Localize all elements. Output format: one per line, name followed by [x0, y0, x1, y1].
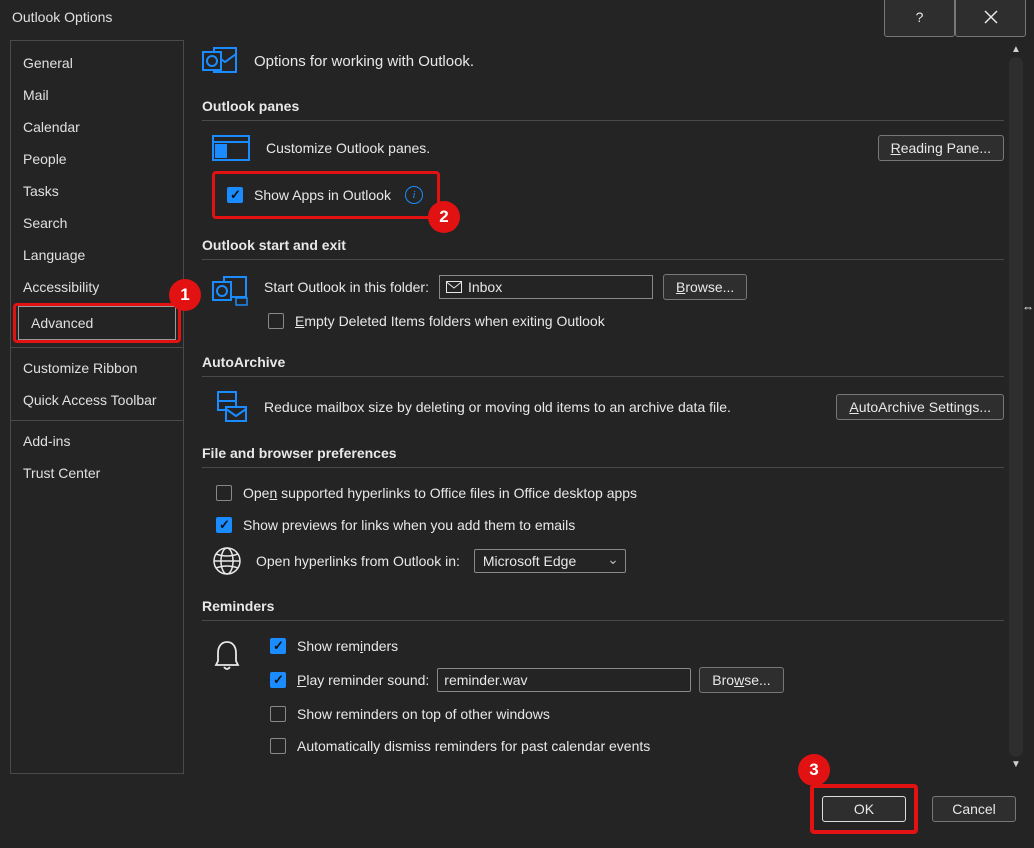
play-sound-label[interactable]: Play reminder sound: [297, 672, 429, 688]
info-icon[interactable]: i [405, 186, 423, 204]
sidebar-item-mail[interactable]: Mail [11, 79, 183, 111]
help-button[interactable]: ? [884, 0, 955, 37]
sidebar-item-accessibility[interactable]: Accessibility [11, 271, 183, 303]
annotation-badge-3: 3 [798, 754, 830, 786]
open-links-label: Open hyperlinks from Outlook in: [256, 553, 460, 569]
sidebar: General Mail Calendar People Tasks Searc… [10, 40, 184, 774]
outlook-folder-icon [212, 276, 248, 306]
envelope-icon [446, 281, 462, 293]
sidebar-item-trust-center[interactable]: Trust Center [11, 457, 183, 489]
page-subtitle: Options for working with Outlook. [254, 53, 474, 70]
browser-value: Microsoft Edge [483, 553, 576, 569]
empty-deleted-label[interactable]: Empty Deleted Items folders when exiting… [295, 313, 605, 329]
titlebar: Outlook Options ? [0, 0, 1034, 34]
show-reminders-label[interactable]: Show reminders [297, 638, 398, 654]
reminders-on-top-label[interactable]: Show reminders on top of other windows [297, 706, 550, 722]
sidebar-item-tasks[interactable]: Tasks [11, 175, 183, 207]
open-office-checkbox[interactable] [216, 485, 232, 501]
customize-panes-label: Customize Outlook panes. [266, 140, 878, 156]
ok-button[interactable]: OK [822, 796, 906, 822]
show-previews-checkbox[interactable] [216, 517, 232, 533]
sidebar-item-advanced[interactable]: Advanced [18, 306, 176, 340]
globe-icon [212, 546, 242, 576]
annotation-badge-1: 1 [169, 279, 201, 311]
sound-file-input[interactable] [437, 668, 691, 692]
start-folder-input[interactable]: Inbox [439, 275, 653, 299]
sidebar-item-language[interactable]: Language [11, 239, 183, 271]
panes-icon [212, 135, 250, 161]
show-previews-label[interactable]: Show previews for links when you add the… [243, 517, 575, 533]
section-outlook-panes: Outlook panes [202, 98, 1004, 114]
start-folder-label: Start Outlook in this folder: [264, 279, 429, 295]
sidebar-item-customize-ribbon[interactable]: Customize Ribbon [11, 352, 183, 384]
annotation-badge-2: 2 [428, 201, 460, 233]
section-file-browser: File and browser preferences [202, 445, 1004, 461]
sidebar-item-calendar[interactable]: Calendar [11, 111, 183, 143]
content-panel: Options for working with Outlook. Outloo… [202, 40, 1008, 774]
close-button[interactable] [955, 0, 1026, 37]
section-autoarchive: AutoArchive [202, 354, 1004, 370]
section-start-exit: Outlook start and exit [202, 237, 1004, 253]
window-title: Outlook Options [12, 9, 884, 25]
browse-sound-button[interactable]: Browse... [699, 667, 783, 693]
vertical-scrollbar[interactable]: ▲ ▼ [1008, 40, 1024, 774]
auto-dismiss-checkbox[interactable] [270, 738, 286, 754]
outlook-icon [202, 46, 238, 76]
show-apps-checkbox[interactable] [227, 187, 243, 203]
sidebar-item-search[interactable]: Search [11, 207, 183, 239]
browse-folder-button[interactable]: Browse... [663, 274, 747, 300]
empty-deleted-checkbox[interactable] [268, 313, 284, 329]
browser-select[interactable]: Microsoft Edge [474, 549, 626, 573]
section-reminders: Reminders [202, 598, 1004, 614]
scroll-down-icon[interactable]: ▼ [1011, 759, 1021, 770]
cancel-button[interactable]: Cancel [932, 796, 1016, 822]
sidebar-item-addins[interactable]: Add-ins [11, 425, 183, 457]
play-sound-checkbox[interactable] [270, 672, 286, 688]
open-office-label[interactable]: Open supported hyperlinks to Office file… [243, 485, 637, 501]
sidebar-item-people[interactable]: People [11, 143, 183, 175]
show-reminders-checkbox[interactable] [270, 638, 286, 654]
archive-icon [212, 391, 248, 423]
sidebar-item-quick-access[interactable]: Quick Access Toolbar [11, 384, 183, 416]
scroll-up-icon[interactable]: ▲ [1011, 44, 1021, 55]
autoarchive-settings-button[interactable]: AutoArchive Settings... [836, 394, 1004, 420]
start-folder-value: Inbox [468, 279, 502, 295]
sidebar-item-general[interactable]: General [11, 47, 183, 79]
autoarchive-desc: Reduce mailbox size by deleting or movin… [264, 399, 836, 415]
auto-dismiss-label[interactable]: Automatically dismiss reminders for past… [297, 738, 650, 754]
reading-pane-button[interactable]: Reading Pane... [878, 135, 1004, 161]
show-apps-label[interactable]: Show Apps in Outlook [254, 187, 391, 203]
resize-handle-icon[interactable]: ⇔ [1022, 300, 1034, 314]
bell-icon [212, 639, 242, 673]
reminders-on-top-checkbox[interactable] [270, 706, 286, 722]
